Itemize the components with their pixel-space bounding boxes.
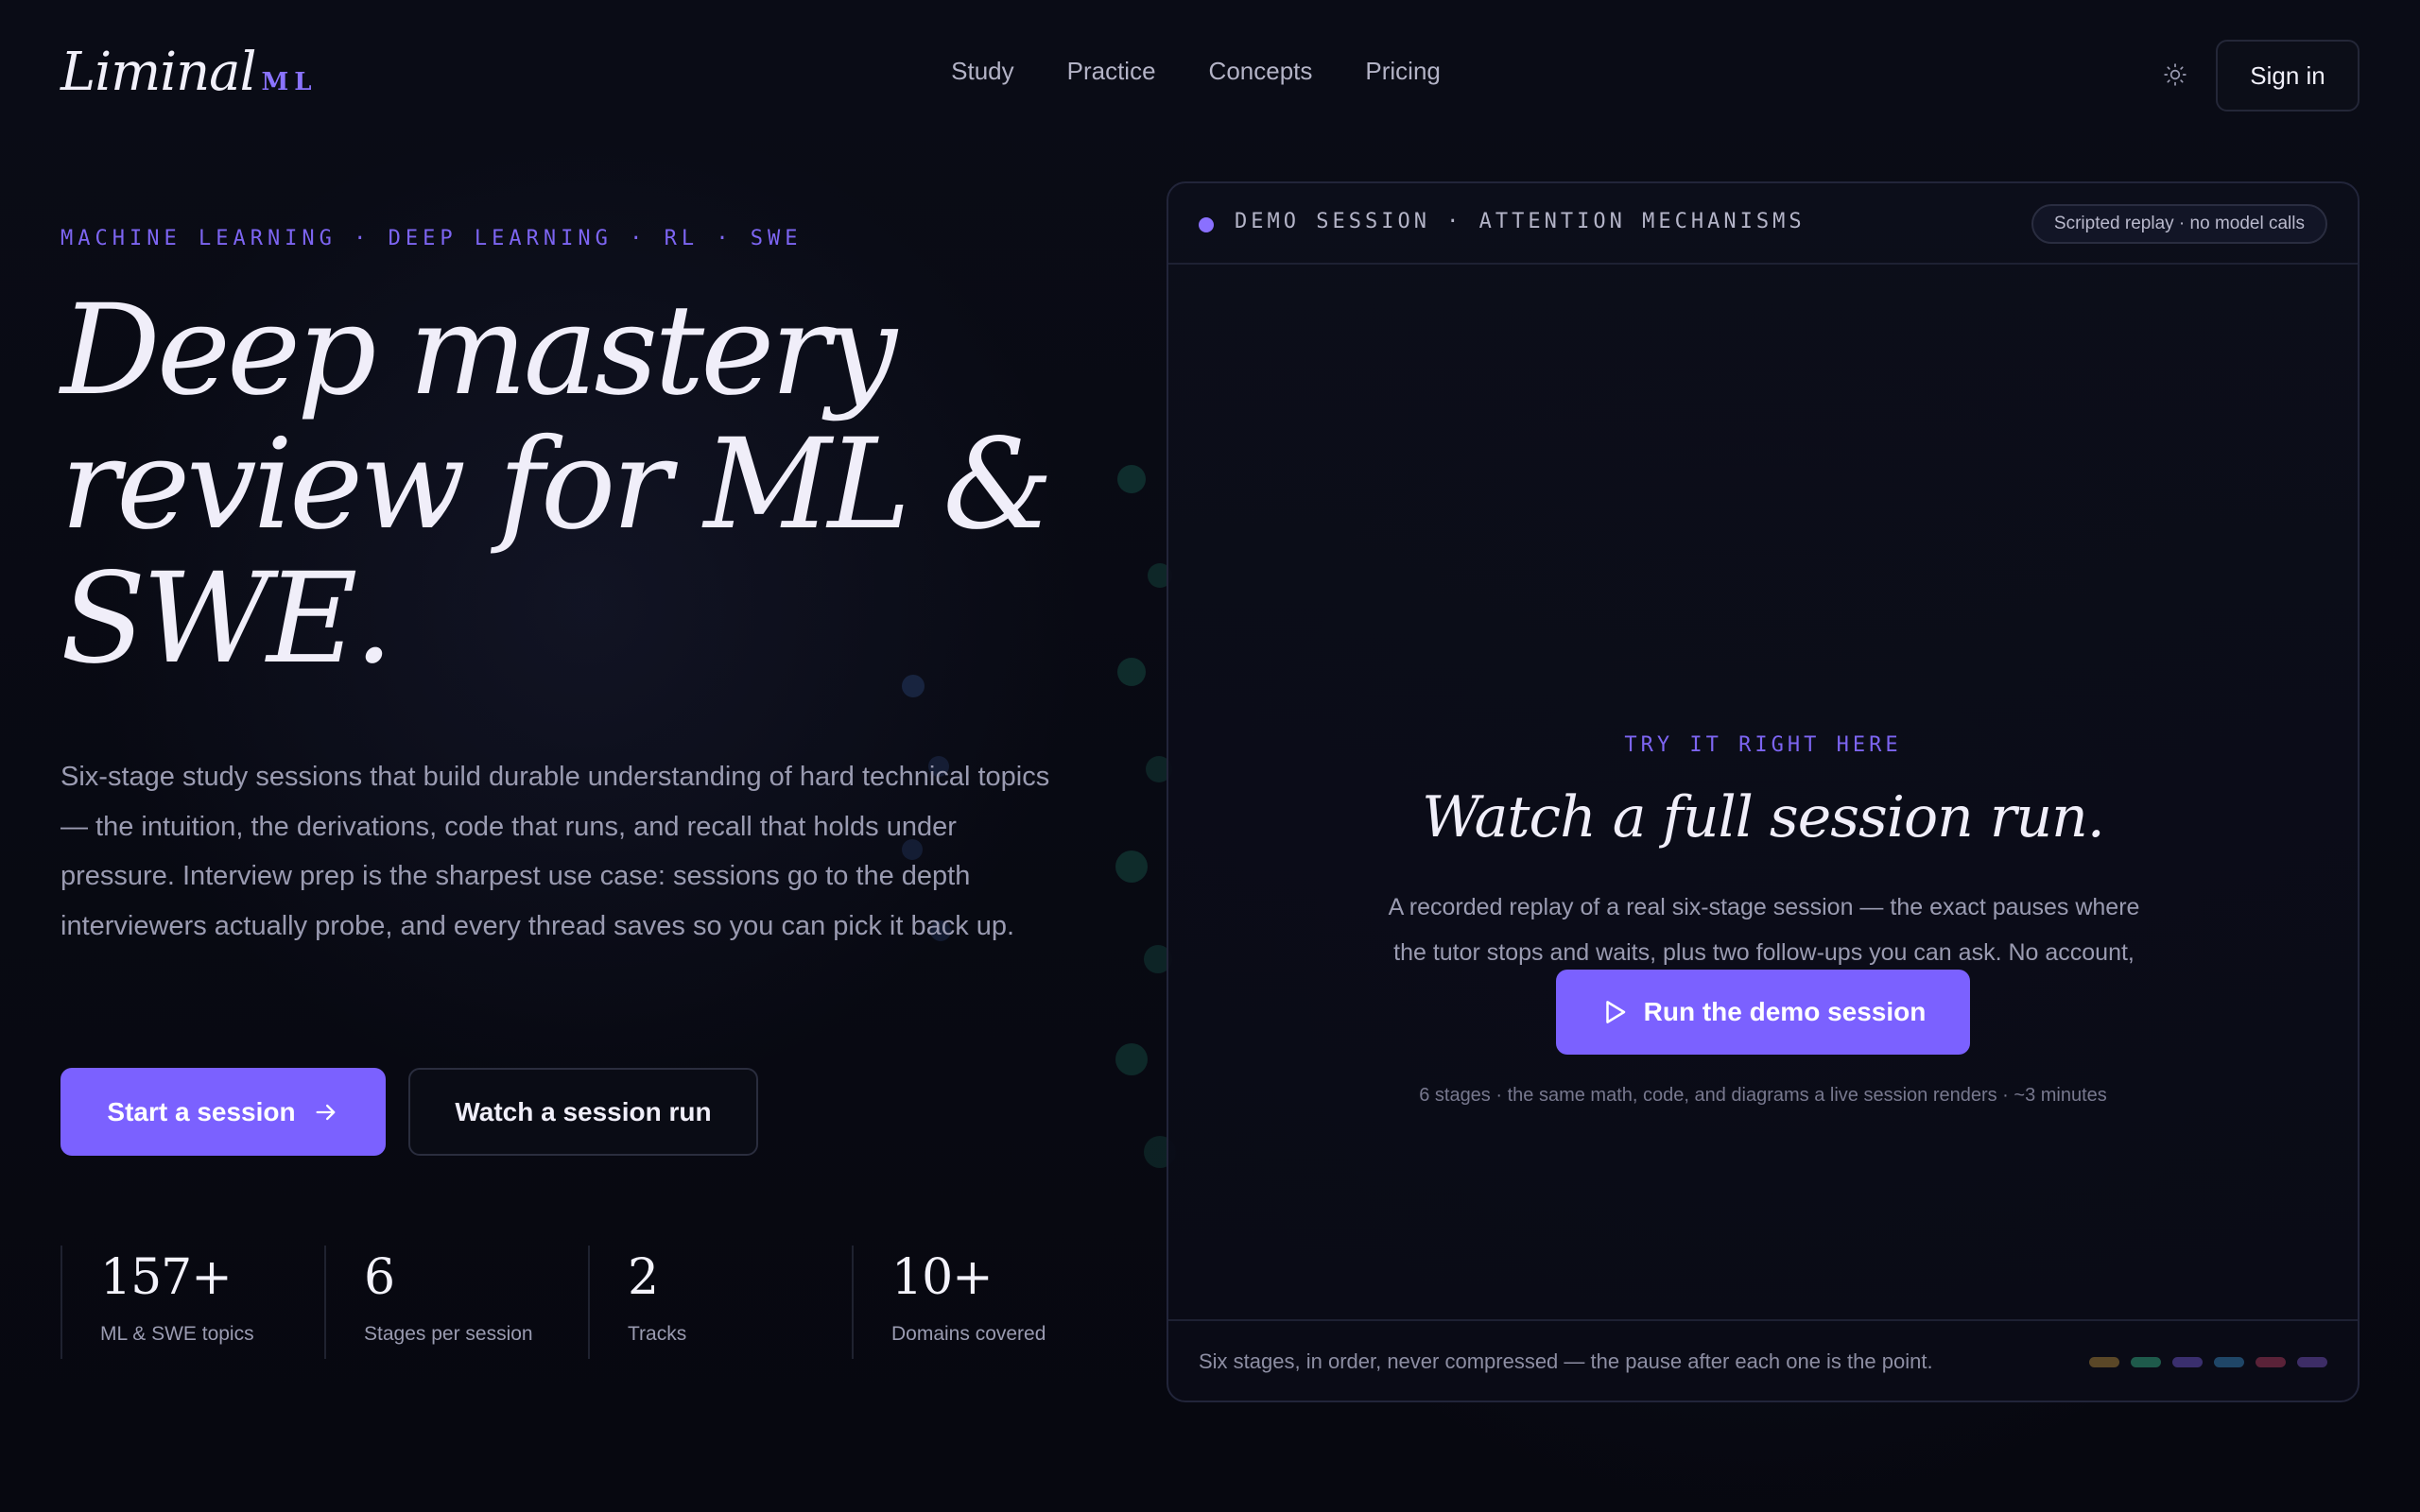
demo-body: TRY IT RIGHT HERE Watch a full session r…: [1168, 265, 2358, 1323]
nav-concepts[interactable]: Concepts: [1209, 57, 1313, 86]
hero-eyebrow: MACHINE LEARNING · DEEP LEARNING · RL · …: [60, 227, 803, 250]
decorative-dot: [1115, 850, 1148, 883]
stat-value: 2: [628, 1249, 659, 1306]
stat-item: 2 Tracks: [588, 1246, 852, 1359]
stat-value: 10+: [891, 1249, 994, 1306]
demo-heading: Watch a full session run.: [1422, 784, 2105, 850]
stage-pill: [2256, 1357, 2286, 1367]
main-nav: Study Practice Concepts Pricing: [0, 57, 2420, 86]
play-icon: [1605, 1001, 1625, 1023]
stat-label: Tracks: [628, 1323, 687, 1345]
demo-footer: Six stages, in order, never compressed —…: [1168, 1319, 2358, 1400]
sign-in-button[interactable]: Sign in: [2216, 40, 2360, 112]
arrow-right-icon: [316, 1104, 335, 1120]
stage-pill: [2172, 1357, 2203, 1367]
stat-value: 157+: [100, 1249, 233, 1306]
theme-toggle-button[interactable]: [2161, 60, 2189, 89]
stat-value: 6: [364, 1249, 395, 1306]
stat-label: Stages per session: [364, 1323, 533, 1345]
headline-line-1: Deep mastery: [60, 278, 897, 423]
stat-item: 157+ ML & SWE topics: [60, 1246, 324, 1359]
stat-label: Domains covered: [891, 1323, 1046, 1345]
headline-line-2: review for ML &: [60, 412, 1054, 558]
watch-session-button[interactable]: Watch a session run: [408, 1068, 758, 1156]
demo-eyebrow: TRY IT RIGHT HERE: [1624, 733, 1902, 757]
demo-title: DEMO SESSION · ATTENTION MECHANISMS: [1235, 210, 1806, 233]
demo-badge: Scripted replay · no model calls: [2031, 204, 2327, 244]
demo-header: DEMO SESSION · ATTENTION MECHANISMS Scri…: [1168, 183, 2358, 265]
headline-line-3: SWE.: [60, 546, 393, 692]
demo-session-panel: DEMO SESSION · ATTENTION MECHANISMS Scri…: [1167, 181, 2360, 1402]
decorative-dot: [1117, 465, 1146, 493]
demo-meta: 6 stages · the same math, code, and diag…: [1419, 1085, 2107, 1106]
stage-indicators: [2089, 1357, 2327, 1367]
run-demo-button[interactable]: Run the demo session: [1556, 970, 1970, 1055]
stats-row: 157+ ML & SWE topics 6 Stages per sessio…: [60, 1246, 1119, 1359]
decorative-dot: [1115, 1043, 1148, 1075]
demo-footer-text: Six stages, in order, never compressed —…: [1199, 1349, 1933, 1373]
stage-pill: [2089, 1357, 2119, 1367]
decorative-dot: [1117, 658, 1146, 686]
stage-pill: [2214, 1357, 2244, 1367]
run-demo-label: Run the demo session: [1643, 997, 1927, 1026]
stat-label: ML & SWE topics: [100, 1323, 254, 1345]
stat-item: 6 Stages per session: [324, 1246, 588, 1359]
status-dot-icon: [1199, 217, 1214, 232]
stat-item: 10+ Domains covered: [852, 1246, 1115, 1359]
landing-page: Liminal ML Study Practice Concepts Prici…: [0, 0, 2420, 1512]
sun-icon: [2164, 63, 2187, 86]
stage-pill: [2131, 1357, 2161, 1367]
start-session-button[interactable]: Start a session: [60, 1068, 386, 1156]
stage-pill: [2297, 1357, 2327, 1367]
hero-description: Six-stage study sessions that build dura…: [60, 762, 1050, 941]
nav-practice[interactable]: Practice: [1067, 57, 1156, 86]
start-session-label: Start a session: [107, 1096, 296, 1126]
hero-headline: Deep mastery review for ML & SWE.: [60, 284, 1100, 686]
nav-study[interactable]: Study: [951, 57, 1014, 86]
nav-pricing[interactable]: Pricing: [1365, 57, 1440, 86]
